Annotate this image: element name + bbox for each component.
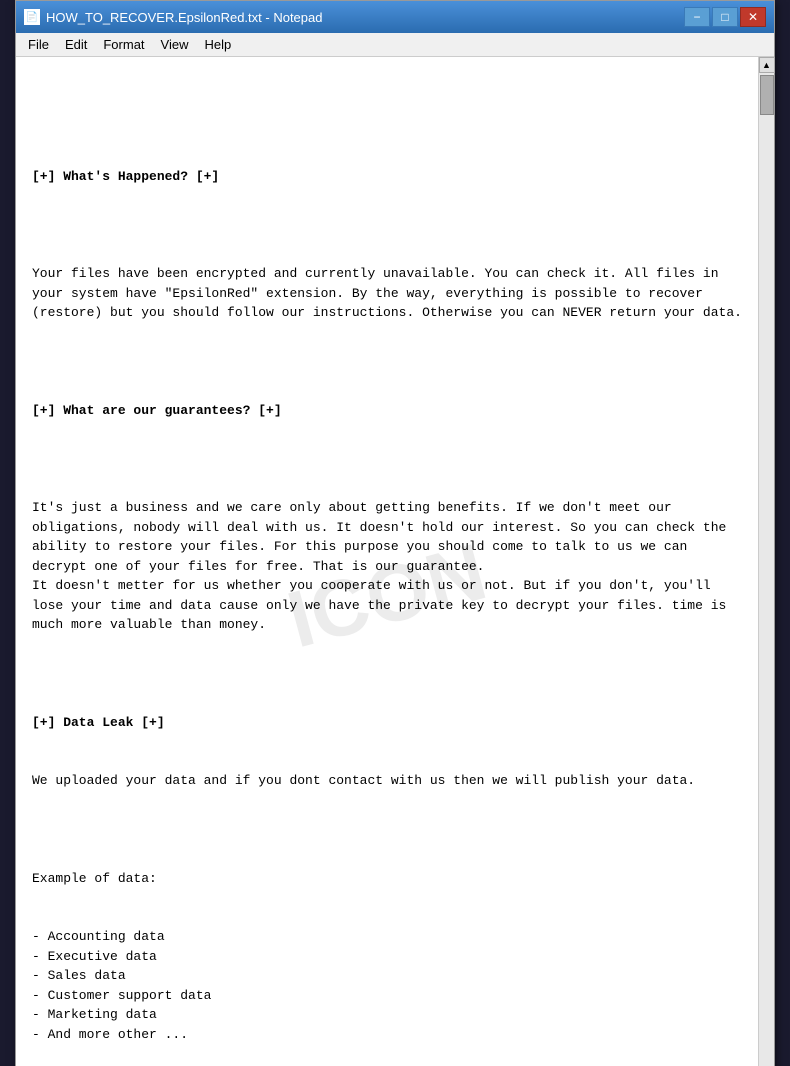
paragraph-1: Your files have been encrypted and curre… bbox=[32, 264, 742, 323]
example-header: Example of data: bbox=[32, 869, 742, 889]
menu-bar: File Edit Format View Help bbox=[16, 33, 774, 57]
menu-help[interactable]: Help bbox=[196, 35, 239, 54]
scroll-thumb[interactable] bbox=[760, 75, 774, 115]
app-icon: 📄 bbox=[24, 9, 40, 25]
close-button[interactable]: ✕ bbox=[740, 7, 766, 27]
menu-file[interactable]: File bbox=[20, 35, 57, 54]
title-bar: 📄 HOW_TO_RECOVER.EpsilonRed.txt - Notepa… bbox=[16, 1, 774, 33]
section-header-1: [+] What's Happened? [+] bbox=[32, 167, 742, 187]
text-content: [+] What's Happened? [+] Your files have… bbox=[32, 128, 742, 1066]
menu-format[interactable]: Format bbox=[95, 35, 152, 54]
minimize-button[interactable]: − bbox=[684, 7, 710, 27]
paragraph-2: It's just a business and we care only ab… bbox=[32, 498, 742, 635]
notepad-window: 📄 HOW_TO_RECOVER.EpsilonRed.txt - Notepa… bbox=[15, 0, 775, 1066]
window-controls: − □ ✕ bbox=[684, 7, 766, 27]
title-bar-left: 📄 HOW_TO_RECOVER.EpsilonRed.txt - Notepa… bbox=[24, 9, 322, 25]
paragraph-3: We uploaded your data and if you dont co… bbox=[32, 771, 742, 791]
text-editor[interactable]: ICON [+] What's Happened? [+] Your files… bbox=[16, 57, 758, 1066]
menu-view[interactable]: View bbox=[153, 35, 197, 54]
scroll-track[interactable] bbox=[759, 73, 774, 1066]
notepad-icon: 📄 bbox=[26, 12, 38, 23]
section-header-3: [+] Data Leak [+] bbox=[32, 713, 742, 733]
scrollbar[interactable]: ▲ ▼ bbox=[758, 57, 774, 1066]
menu-edit[interactable]: Edit bbox=[57, 35, 95, 54]
scroll-up-arrow[interactable]: ▲ bbox=[759, 57, 775, 73]
content-area: ICON [+] What's Happened? [+] Your files… bbox=[16, 57, 774, 1066]
window-title: HOW_TO_RECOVER.EpsilonRed.txt - Notepad bbox=[46, 10, 322, 25]
section-header-2: [+] What are our guarantees? [+] bbox=[32, 401, 742, 421]
maximize-button[interactable]: □ bbox=[712, 7, 738, 27]
data-list: - Accounting data - Executive data - Sal… bbox=[32, 927, 742, 1044]
